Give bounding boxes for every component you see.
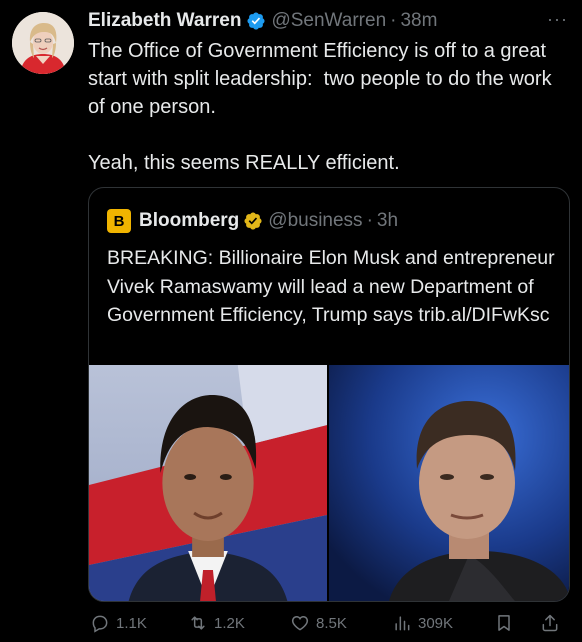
views-chart-icon [395,616,410,631]
share-button[interactable] [540,613,560,633]
timestamp[interactable]: 38m [400,10,437,32]
like-button[interactable]: 8.5K [290,613,347,633]
like-count: 8.5K [316,614,347,632]
reply-icon [92,615,108,633]
tweet: Elizabeth Warren @SenWarren · 38m ··· Th… [0,0,582,642]
author-name[interactable]: Elizabeth Warren [88,10,241,32]
quoted-tweet-header: B Bloomberg @business · 3h [107,208,557,234]
views-count: 309K [418,614,454,632]
quoted-tweet-text: BREAKING: Billionaire Elon Musk and entr… [107,247,555,326]
more-options-icon[interactable]: ··· [547,10,568,28]
action-bar: 1.1K 1.2K 8.5K 309K [88,610,568,636]
tweet-text: The Office of Government Efficiency is o… [88,40,552,174]
retweet-icon [191,616,205,630]
avatar[interactable] [12,12,74,74]
quoted-author-handle[interactable]: @business [268,210,362,232]
reply-count: 1.1K [116,614,147,632]
bookmark-button[interactable] [494,613,514,633]
retweet-button[interactable]: 1.2K [188,613,245,633]
avatar-portrait-icon [12,12,74,74]
bookmark-icon [498,615,510,631]
share-icon [542,614,558,632]
gold-verified-badge-icon [243,211,263,231]
verified-badge-icon [246,11,266,31]
retweet-count: 1.2K [214,614,245,632]
separator-dot: · [390,10,397,31]
heart-icon [291,615,309,631]
media-image-right[interactable] [329,365,569,601]
views-button[interactable]: 309K [392,613,453,633]
quoted-media[interactable] [89,365,569,601]
author-handle[interactable]: @SenWarren [271,10,386,32]
tweet-header: Elizabeth Warren @SenWarren · 38m ··· [88,8,568,34]
quoted-author-name[interactable]: Bloomberg [139,210,239,232]
portrait-photo-icon [89,365,327,601]
portrait-photo-icon [329,365,569,601]
quoted-tweet[interactable]: B Bloomberg @business · 3h BREAKING: Bil… [88,187,570,602]
reply-button[interactable]: 1.1K [90,613,147,633]
separator-dot: · [366,210,373,231]
quoted-timestamp[interactable]: 3h [377,210,398,232]
media-image-left[interactable] [89,365,329,601]
bloomberg-logo-icon: B [107,209,131,233]
